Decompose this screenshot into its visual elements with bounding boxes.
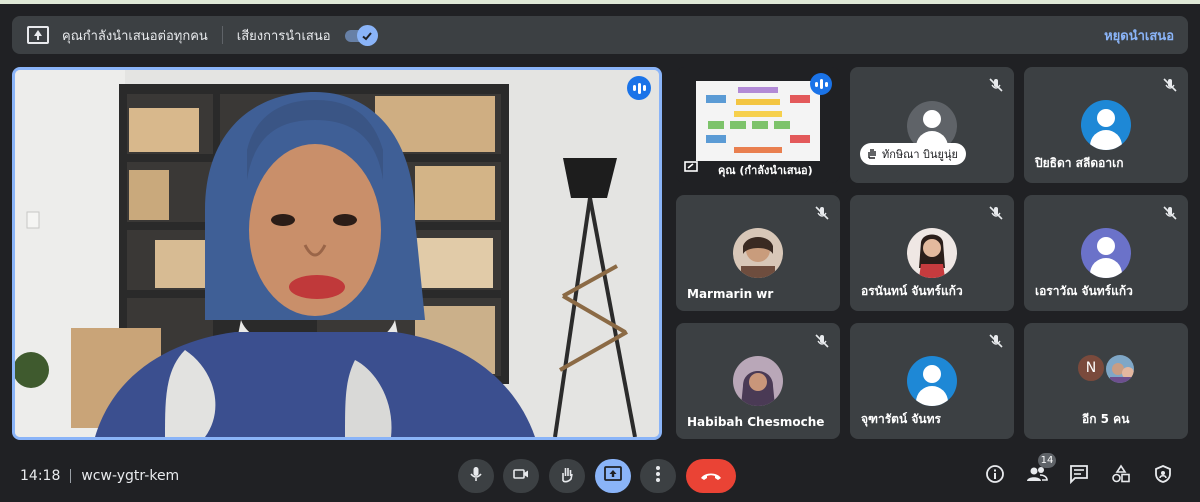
- mic-button[interactable]: [458, 459, 494, 493]
- tile-name: คุณ (กำลังนำเสนอ): [718, 164, 813, 177]
- meeting-time: 14:18: [20, 468, 61, 484]
- window-top-strip: [0, 0, 1200, 4]
- tile-participant[interactable]: ปิยธิดา สลีดอาเก: [1024, 67, 1188, 183]
- people-icon: [1026, 465, 1048, 487]
- hand-icon: [866, 147, 878, 162]
- check-icon: [356, 25, 378, 46]
- more-options-button[interactable]: [640, 459, 676, 493]
- speaking-icon: [810, 73, 832, 95]
- mic-off-icon: [1160, 75, 1180, 95]
- host-controls-button[interactable]: [1150, 463, 1176, 489]
- mic-icon: [467, 465, 485, 487]
- activities-button[interactable]: [1108, 463, 1134, 489]
- pin-icon: [684, 158, 698, 177]
- host-controls-icon: [1153, 464, 1173, 488]
- stop-presenting-button[interactable]: หยุดนำเสนอ: [1104, 25, 1174, 46]
- present-now-button[interactable]: [595, 459, 631, 493]
- chat-icon: [1069, 464, 1089, 488]
- mic-off-icon: [1160, 203, 1180, 223]
- speaking-icon: [627, 76, 651, 100]
- more-icon: [655, 465, 661, 487]
- raise-hand-button[interactable]: [549, 459, 585, 493]
- avatar: [907, 356, 957, 406]
- mic-off-icon: [986, 75, 1006, 95]
- tile-participant[interactable]: อรนันทน์ จันทร์แก้ว: [850, 195, 1014, 311]
- hand-raise-badge: ทักษิณา บินยูนุ่ย: [860, 143, 966, 165]
- avatar-initial: N: [1076, 353, 1106, 383]
- meeting-info: 14:18 wcw-ygtr-kem: [20, 468, 179, 484]
- end-call-icon: [699, 467, 723, 486]
- avatar: [1104, 353, 1136, 385]
- avatar: [1081, 100, 1131, 150]
- tile-participant[interactable]: เอราวัณ จันทร์แก้ว: [1024, 195, 1188, 311]
- tile-name: เอราวัณ จันทร์แก้ว: [1035, 284, 1133, 298]
- activities-icon: [1111, 464, 1131, 488]
- tile-name: ปิยธิดา สลีดอาเก: [1035, 156, 1124, 170]
- present-screen-icon: [603, 465, 623, 487]
- tile-participant[interactable]: Marmarin wr: [676, 195, 840, 311]
- bottom-toolbar: 14:18 wcw-ygtr-kem 14: [0, 450, 1200, 502]
- mic-off-icon: [812, 203, 832, 223]
- info-icon: [985, 464, 1005, 488]
- tile-participant-hand-raise[interactable]: ทักษิณา บินยูนุ่ย: [850, 67, 1014, 183]
- tile-name: Habibah Chesmoche: [687, 415, 825, 429]
- tile-participant[interactable]: จุฑารัตน์ จันทร: [850, 323, 1014, 439]
- meeting-info-divider: [70, 469, 72, 483]
- tile-name: จุฑารัตน์ จันทร: [861, 412, 941, 426]
- mic-off-icon: [986, 331, 1006, 351]
- avatar: [733, 228, 783, 278]
- mic-off-icon: [986, 203, 1006, 223]
- presentation-audio-label: เสียงการนำเสนอ: [236, 28, 331, 44]
- camera-button[interactable]: [503, 459, 539, 493]
- tile-others[interactable]: N อีก 5 คน: [1024, 323, 1188, 439]
- banner-divider: [221, 26, 223, 44]
- camera-icon: [512, 465, 530, 487]
- chat-button[interactable]: [1066, 463, 1092, 489]
- tile-you-presenting[interactable]: คุณ (กำลังนำเสนอ): [676, 67, 840, 183]
- meeting-details-button[interactable]: [982, 463, 1008, 489]
- avatar: [733, 356, 783, 406]
- hand-icon: [558, 465, 576, 487]
- tile-name: อรนันทน์ จันทร์แก้ว: [861, 284, 963, 298]
- tile-name: ทักษิณา บินยูนุ่ย: [882, 148, 958, 161]
- speaker-video-frame: [15, 70, 659, 437]
- main-speaker-video[interactable]: [12, 67, 662, 440]
- leave-call-button[interactable]: [686, 459, 736, 493]
- meeting-code: wcw-ygtr-kem: [81, 468, 180, 484]
- present-icon: [27, 26, 49, 44]
- others-label: อีก 5 คน: [1082, 412, 1130, 426]
- tile-participant[interactable]: Habibah Chesmoche: [676, 323, 840, 439]
- avatar: [907, 228, 957, 278]
- presenting-text: คุณกำลังนำเสนอต่อทุกคน: [62, 28, 208, 44]
- presenting-banner: คุณกำลังนำเสนอต่อทุกคน เสียงการนำเสนอ หย…: [12, 16, 1188, 54]
- presentation-audio-toggle[interactable]: [343, 25, 378, 46]
- participants-count-badge: 14: [1038, 453, 1056, 468]
- avatar: [1081, 228, 1131, 278]
- mic-off-icon: [812, 331, 832, 351]
- tile-name: Marmarin wr: [687, 287, 774, 301]
